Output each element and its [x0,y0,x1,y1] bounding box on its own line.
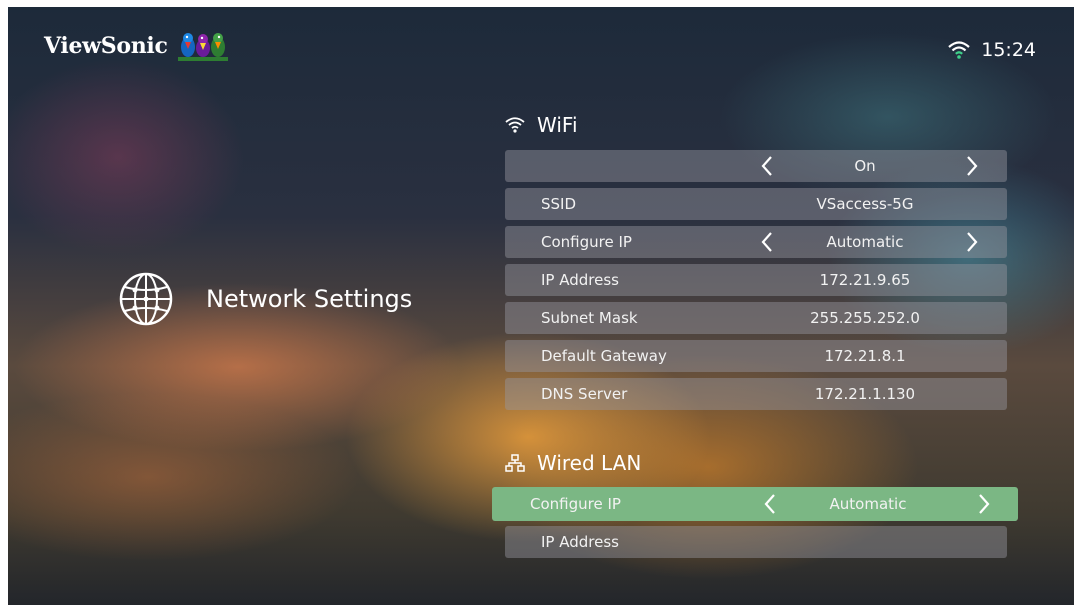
logo-text: ViewSonic [44,33,168,59]
default-gateway-label: Default Gateway [541,347,667,365]
subnet-mask-value: 255.255.252.0 [810,309,920,327]
wifi-heading: WiFi [537,113,578,137]
viewsonic-logo: ViewSonic [44,29,230,63]
wifi-toggle-row[interactable]: On [505,150,1007,182]
ssid-row[interactable]: SSID VSaccess-5G [505,188,1007,220]
page-title: Network Settings [206,285,413,313]
wifi-icon [948,41,970,59]
wifi-icon [505,117,525,133]
wired-configure-ip-label: Configure IP [530,495,621,513]
wired-lan-section-heading: Wired LAN [505,451,641,475]
projector-screen: ViewSonic 15:24 Network Settings WiFi On… [8,7,1074,605]
wifi-ip-address-row[interactable]: IP Address 172.21.9.65 [505,264,1007,296]
wifi-configure-ip-label: Configure IP [541,233,632,251]
default-gateway-row[interactable]: Default Gateway 172.21.8.1 [505,340,1007,372]
clock-time: 15:24 [981,39,1036,61]
wired-configure-ip-value: Automatic [829,495,907,513]
page-header: Network Settings [118,271,412,327]
chevron-right-icon[interactable] [974,492,994,516]
dns-server-label: DNS Server [541,385,628,403]
wired-configure-ip-row[interactable]: Configure IP Automatic [492,487,1018,521]
network-lan-icon [505,454,525,472]
dns-server-value: 172.21.1.130 [814,385,916,403]
wifi-ip-address-value: 172.21.9.65 [819,271,911,289]
chevron-right-icon[interactable] [962,154,982,178]
chevron-right-icon[interactable] [962,230,982,254]
default-gateway-value: 172.21.8.1 [824,347,906,365]
status-bar: 15:24 [947,39,1036,61]
dns-server-row[interactable]: DNS Server 172.21.1.130 [505,378,1007,410]
wifi-ip-address-label: IP Address [541,271,619,289]
wired-ip-address-label: IP Address [541,533,619,551]
wired-lan-heading: Wired LAN [537,451,642,475]
wifi-section-heading: WiFi [505,113,578,137]
ssid-value: VSaccess-5G [816,195,914,213]
wifi-configure-ip-row[interactable]: Configure IP Automatic [505,226,1007,258]
subnet-mask-row[interactable]: Subnet Mask 255.255.252.0 [505,302,1007,334]
subnet-mask-label: Subnet Mask [541,309,638,327]
lorikeet-birds-icon [177,33,228,61]
wired-ip-address-row[interactable]: IP Address [505,526,1007,558]
ssid-label: SSID [541,195,577,213]
globe-icon [119,272,173,326]
